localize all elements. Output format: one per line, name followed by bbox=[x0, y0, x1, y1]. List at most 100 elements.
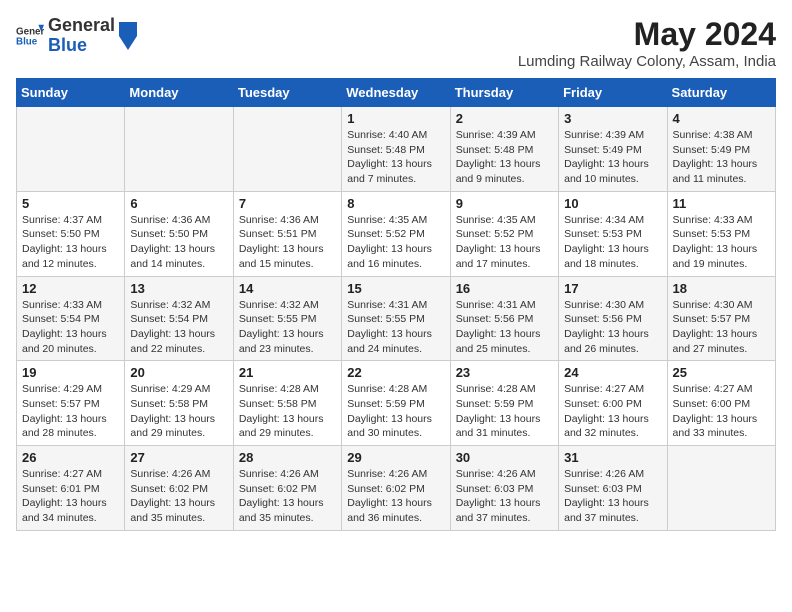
calendar-cell: 29 Sunrise: 4:26 AM Sunset: 6:02 PM Dayli… bbox=[342, 446, 450, 531]
day-info: Sunrise: 4:28 AM Sunset: 5:59 PM Dayligh… bbox=[347, 382, 444, 441]
calendar-cell: 11Sunrise: 4:33 AM Sunset: 5:53 PM Dayli… bbox=[667, 191, 775, 276]
calendar-cell: 23 Sunrise: 4:28 AM Sunset: 5:59 PM Dayli… bbox=[450, 361, 558, 446]
day-number: 26 bbox=[22, 450, 119, 465]
day-info: Sunrise: 4:27 AM Sunset: 6:01 PM Dayligh… bbox=[22, 467, 119, 526]
day-info: Sunrise: 4:36 AM Sunset: 5:51 PM Dayligh… bbox=[239, 213, 336, 272]
calendar-cell: 9 Sunrise: 4:35 AM Sunset: 5:52 PM Daylig… bbox=[450, 191, 558, 276]
day-info: Sunrise: 4:27 AM Sunset: 6:00 PM Dayligh… bbox=[564, 382, 661, 441]
day-number: 8 bbox=[347, 196, 444, 211]
day-number: 29 bbox=[347, 450, 444, 465]
day-number: 3 bbox=[564, 111, 661, 126]
calendar-cell: 10 Sunrise: 4:34 AM Sunset: 5:53 PM Dayli… bbox=[559, 191, 667, 276]
day-number: 16 bbox=[456, 281, 553, 296]
day-number: 31 bbox=[564, 450, 661, 465]
header-day-sunday: Sunday bbox=[17, 79, 125, 107]
day-info: Sunrise: 4:35 AM Sunset: 5:52 PM Dayligh… bbox=[456, 213, 553, 272]
calendar-cell: 12 Sunrise: 4:33 AM Sunset: 5:54 PM Dayli… bbox=[17, 276, 125, 361]
day-info: Sunrise: 4:31 AM Sunset: 5:55 PM Dayligh… bbox=[347, 298, 444, 357]
day-number: 6 bbox=[130, 196, 227, 211]
header-day-saturday: Saturday bbox=[667, 79, 775, 107]
title-block: May 2024 Lumding Railway Colony, Assam, … bbox=[518, 16, 776, 70]
day-number: 30 bbox=[456, 450, 553, 465]
header-day-tuesday: Tuesday bbox=[233, 79, 341, 107]
day-info: Sunrise: 4:29 AM Sunset: 5:58 PM Dayligh… bbox=[130, 382, 227, 441]
calendar-cell: 16 Sunrise: 4:31 AM Sunset: 5:56 PM Dayli… bbox=[450, 276, 558, 361]
day-info: Sunrise: 4:33 AM Sunset: 5:53 PM Dayligh… bbox=[673, 213, 770, 272]
calendar-cell: 6 Sunrise: 4:36 AM Sunset: 5:50 PM Daylig… bbox=[125, 191, 233, 276]
day-number: 1 bbox=[347, 111, 444, 126]
logo: General Blue General Blue bbox=[16, 16, 137, 56]
calendar-cell: 26 Sunrise: 4:27 AM Sunset: 6:01 PM Dayli… bbox=[17, 446, 125, 531]
day-number: 10 bbox=[564, 196, 661, 211]
day-number: 17 bbox=[564, 281, 661, 296]
day-info: Sunrise: 4:39 AM Sunset: 5:49 PM Dayligh… bbox=[564, 128, 661, 187]
calendar-cell: 22Sunrise: 4:28 AM Sunset: 5:59 PM Dayli… bbox=[342, 361, 450, 446]
day-number: 12 bbox=[22, 281, 119, 296]
calendar-cell: 2 Sunrise: 4:39 AM Sunset: 5:48 PM Daylig… bbox=[450, 107, 558, 192]
calendar-cell: 7Sunrise: 4:36 AM Sunset: 5:51 PM Daylig… bbox=[233, 191, 341, 276]
day-number: 13 bbox=[130, 281, 227, 296]
day-info: Sunrise: 4:39 AM Sunset: 5:48 PM Dayligh… bbox=[456, 128, 553, 187]
day-number: 21 bbox=[239, 365, 336, 380]
day-info: Sunrise: 4:26 AM Sunset: 6:03 PM Dayligh… bbox=[564, 467, 661, 526]
day-info: Sunrise: 4:30 AM Sunset: 5:57 PM Dayligh… bbox=[673, 298, 770, 357]
day-info: Sunrise: 4:34 AM Sunset: 5:53 PM Dayligh… bbox=[564, 213, 661, 272]
calendar-cell: 19Sunrise: 4:29 AM Sunset: 5:57 PM Dayli… bbox=[17, 361, 125, 446]
day-info: Sunrise: 4:36 AM Sunset: 5:50 PM Dayligh… bbox=[130, 213, 227, 272]
calendar-cell: 21 Sunrise: 4:28 AM Sunset: 5:58 PM Dayli… bbox=[233, 361, 341, 446]
calendar-week-row: 1 Sunrise: 4:40 AM Sunset: 5:48 PM Daylig… bbox=[17, 107, 776, 192]
calendar-cell: 8 Sunrise: 4:35 AM Sunset: 5:52 PM Daylig… bbox=[342, 191, 450, 276]
day-number: 4 bbox=[673, 111, 770, 126]
day-info: Sunrise: 4:26 AM Sunset: 6:02 PM Dayligh… bbox=[130, 467, 227, 526]
day-number: 2 bbox=[456, 111, 553, 126]
calendar-cell: 24 Sunrise: 4:27 AM Sunset: 6:00 PM Dayli… bbox=[559, 361, 667, 446]
day-info: Sunrise: 4:35 AM Sunset: 5:52 PM Dayligh… bbox=[347, 213, 444, 272]
day-info: Sunrise: 4:28 AM Sunset: 5:58 PM Dayligh… bbox=[239, 382, 336, 441]
day-info: Sunrise: 4:37 AM Sunset: 5:50 PM Dayligh… bbox=[22, 213, 119, 272]
day-info: Sunrise: 4:26 AM Sunset: 6:02 PM Dayligh… bbox=[347, 467, 444, 526]
day-info: Sunrise: 4:28 AM Sunset: 5:59 PM Dayligh… bbox=[456, 382, 553, 441]
calendar-week-row: 12 Sunrise: 4:33 AM Sunset: 5:54 PM Dayli… bbox=[17, 276, 776, 361]
day-number: 24 bbox=[564, 365, 661, 380]
calendar-cell: 20 Sunrise: 4:29 AM Sunset: 5:58 PM Dayli… bbox=[125, 361, 233, 446]
calendar-cell bbox=[17, 107, 125, 192]
calendar-cell: 30 Sunrise: 4:26 AM Sunset: 6:03 PM Dayli… bbox=[450, 446, 558, 531]
day-number: 15 bbox=[347, 281, 444, 296]
day-info: Sunrise: 4:32 AM Sunset: 5:55 PM Dayligh… bbox=[239, 298, 336, 357]
day-info: Sunrise: 4:31 AM Sunset: 5:56 PM Dayligh… bbox=[456, 298, 553, 357]
logo-arrow-icon bbox=[119, 22, 137, 50]
calendar-cell: 14 Sunrise: 4:32 AM Sunset: 5:55 PM Dayli… bbox=[233, 276, 341, 361]
logo-blue: Blue bbox=[48, 36, 115, 56]
calendar-cell: 4 Sunrise: 4:38 AM Sunset: 5:49 PM Daylig… bbox=[667, 107, 775, 192]
calendar-table: SundayMondayTuesdayWednesdayThursdayFrid… bbox=[16, 78, 776, 531]
logo-icon: General Blue bbox=[16, 22, 44, 50]
day-number: 28 bbox=[239, 450, 336, 465]
calendar-cell: 13Sunrise: 4:32 AM Sunset: 5:54 PM Dayli… bbox=[125, 276, 233, 361]
calendar-week-row: 26 Sunrise: 4:27 AM Sunset: 6:01 PM Dayli… bbox=[17, 446, 776, 531]
page-header: General Blue General Blue May 2024 Lumdi… bbox=[16, 16, 776, 70]
header-day-thursday: Thursday bbox=[450, 79, 558, 107]
calendar-cell bbox=[233, 107, 341, 192]
header-day-friday: Friday bbox=[559, 79, 667, 107]
day-info: Sunrise: 4:38 AM Sunset: 5:49 PM Dayligh… bbox=[673, 128, 770, 187]
svg-text:Blue: Blue bbox=[16, 36, 38, 47]
day-info: Sunrise: 4:26 AM Sunset: 6:03 PM Dayligh… bbox=[456, 467, 553, 526]
day-info: Sunrise: 4:27 AM Sunset: 6:00 PM Dayligh… bbox=[673, 382, 770, 441]
day-number: 20 bbox=[130, 365, 227, 380]
calendar-week-row: 5Sunrise: 4:37 AM Sunset: 5:50 PM Daylig… bbox=[17, 191, 776, 276]
day-number: 14 bbox=[239, 281, 336, 296]
calendar-week-row: 19Sunrise: 4:29 AM Sunset: 5:57 PM Dayli… bbox=[17, 361, 776, 446]
calendar-cell: 27Sunrise: 4:26 AM Sunset: 6:02 PM Dayli… bbox=[125, 446, 233, 531]
day-number: 9 bbox=[456, 196, 553, 211]
calendar-cell: 25Sunrise: 4:27 AM Sunset: 6:00 PM Dayli… bbox=[667, 361, 775, 446]
day-number: 23 bbox=[456, 365, 553, 380]
calendar-title: May 2024 bbox=[518, 16, 776, 53]
day-info: Sunrise: 4:33 AM Sunset: 5:54 PM Dayligh… bbox=[22, 298, 119, 357]
day-info: Sunrise: 4:40 AM Sunset: 5:48 PM Dayligh… bbox=[347, 128, 444, 187]
header-day-monday: Monday bbox=[125, 79, 233, 107]
calendar-cell bbox=[125, 107, 233, 192]
calendar-subtitle: Lumding Railway Colony, Assam, India bbox=[518, 53, 776, 70]
calendar-cell: 5Sunrise: 4:37 AM Sunset: 5:50 PM Daylig… bbox=[17, 191, 125, 276]
calendar-cell: 28Sunrise: 4:26 AM Sunset: 6:02 PM Dayli… bbox=[233, 446, 341, 531]
header-day-wednesday: Wednesday bbox=[342, 79, 450, 107]
